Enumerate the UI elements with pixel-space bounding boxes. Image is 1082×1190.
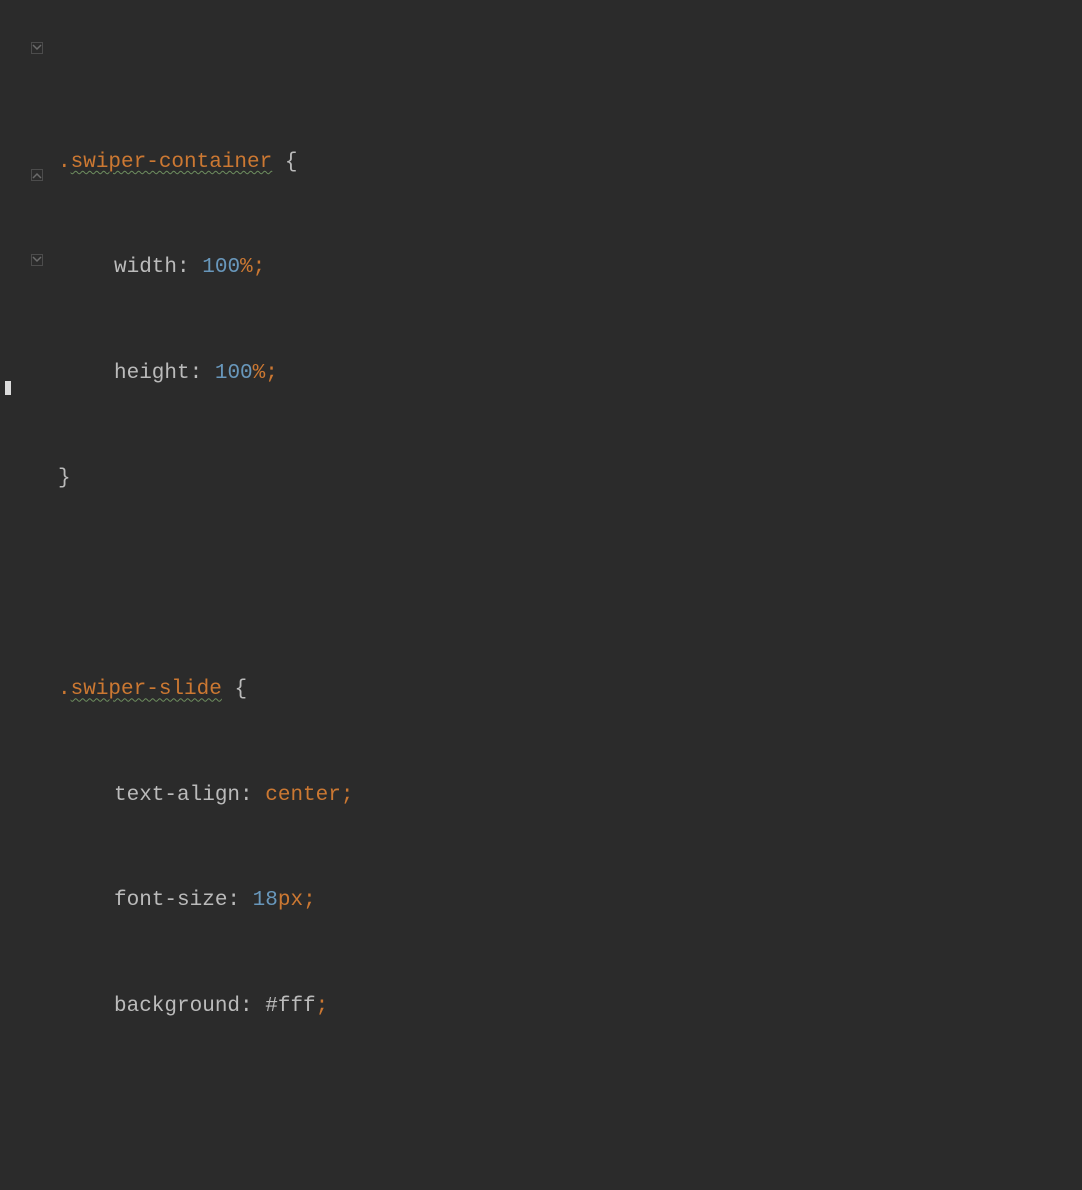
css-unit: % [253, 363, 266, 384]
fold-open-icon[interactable] [30, 253, 44, 267]
code-area[interactable]: .swiper-container { width: 100%; height:… [48, 0, 542, 595]
selector-name: swiper-container [71, 152, 273, 173]
css-property: background [114, 996, 240, 1017]
code-line: width: 100%; [58, 247, 542, 290]
css-unit: px [278, 890, 303, 911]
css-number: 18 [253, 890, 278, 911]
code-line: background: #fff; [58, 985, 542, 1028]
blank-line [58, 1091, 542, 1134]
css-number: 100 [202, 257, 240, 278]
blank-line [58, 563, 542, 606]
code-editor[interactable]: .swiper-container { width: 100%; height:… [0, 0, 1082, 595]
code-line: } [58, 458, 542, 501]
selector-dot: . [58, 152, 71, 173]
code-line: .swiper-slide { [58, 669, 542, 712]
selector-name: swiper-slide [71, 679, 222, 700]
selector-dot: . [58, 679, 71, 700]
fold-close-icon[interactable] [30, 168, 44, 182]
code-line: font-size: 18px; [58, 880, 542, 923]
css-property: text-align [114, 785, 240, 806]
gutter [0, 0, 48, 595]
css-unit: % [240, 257, 253, 278]
css-value: center [265, 785, 341, 806]
brace-open: { [272, 152, 297, 173]
css-number: 100 [215, 363, 253, 384]
code-line: text-align: center; [58, 774, 542, 817]
css-property: height [114, 363, 190, 384]
css-property: width [114, 257, 177, 278]
code-line [58, 42, 542, 78]
brace-open: { [222, 679, 247, 700]
fold-open-icon[interactable] [30, 41, 44, 55]
code-line: .swiper-container { [58, 141, 542, 184]
code-line: height: 100%; [58, 352, 542, 395]
brace-close: } [58, 468, 71, 489]
css-color: #fff [265, 996, 315, 1017]
caret-row-marker [5, 381, 11, 395]
css-property: font-size [114, 890, 227, 911]
